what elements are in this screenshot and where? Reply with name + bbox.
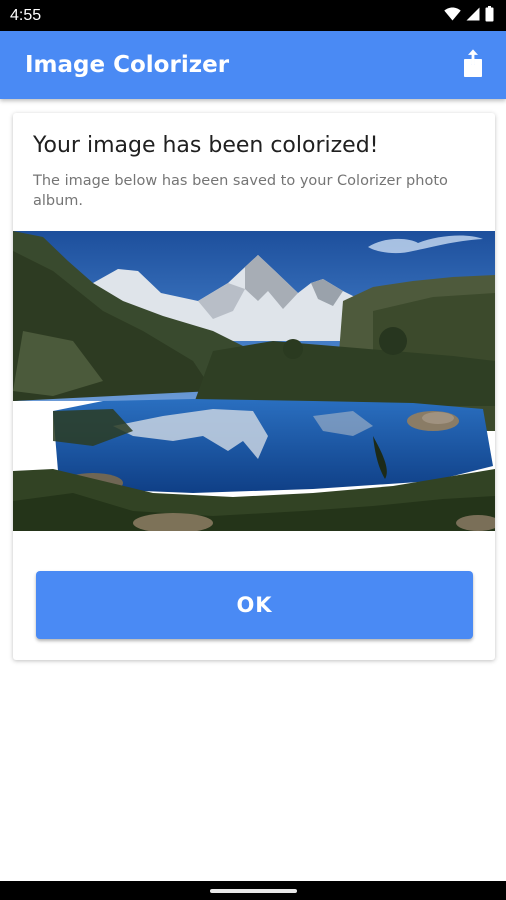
dialog-message: The image below has been saved to your C… (33, 173, 448, 209)
battery-icon (485, 5, 494, 27)
share-button[interactable] (458, 48, 488, 82)
navigation-bar (0, 881, 506, 900)
status-icons (444, 5, 494, 27)
ok-button[interactable]: OK (36, 571, 473, 639)
wifi-icon (444, 7, 461, 26)
app-bar: Image Colorizer (0, 31, 506, 99)
status-bar: 4:55 (0, 0, 506, 31)
dialog-title: Your image has been colorized! (33, 133, 379, 158)
result-card: Your image has been colorized! The image… (13, 113, 495, 660)
colorized-photo (13, 231, 495, 531)
app-title: Image Colorizer (25, 52, 230, 78)
cellular-signal-icon (466, 7, 480, 26)
home-pill[interactable] (210, 889, 297, 893)
status-time: 4:55 (10, 7, 42, 24)
share-icon (461, 48, 485, 82)
